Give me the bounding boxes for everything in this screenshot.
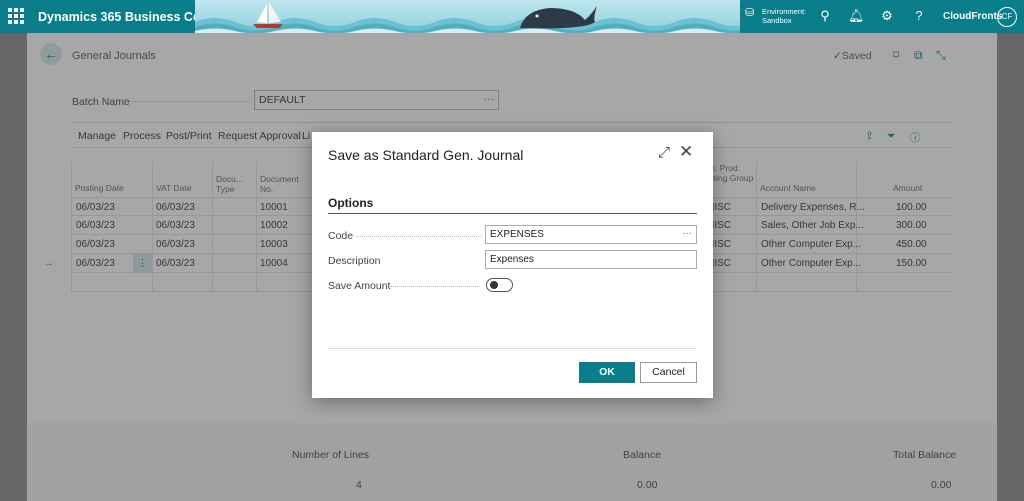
dialog-divider (328, 348, 697, 349)
description-input[interactable]: Expenses (485, 250, 697, 269)
bell-icon[interactable]: 🔔︎ (848, 8, 865, 24)
app-launcher-icon[interactable] (8, 8, 24, 24)
save-standard-journal-dialog: Save as Standard Gen. Journal ⤢ ✕ Option… (312, 132, 713, 398)
company-name[interactable]: CloudFronts (943, 11, 1002, 22)
top-bar: Dynamics 365 Business Central ⛁ Environm… (0, 0, 1024, 33)
close-icon[interactable]: ✕ (679, 142, 693, 162)
environment-indicator[interactable]: ⛁ Environment: Sandbox (745, 5, 815, 29)
cancel-button[interactable]: Cancel (640, 362, 697, 383)
description-label: Description (328, 255, 381, 267)
field-leader (390, 286, 480, 287)
avatar[interactable]: CF (997, 7, 1017, 27)
toggle-knob (490, 281, 498, 289)
dialog-title: Save as Standard Gen. Journal (328, 147, 524, 163)
help-icon[interactable]: ? (911, 8, 927, 24)
expand-icon[interactable]: ⤢ (658, 144, 670, 161)
lookup-icon[interactable]: ··· (682, 228, 692, 239)
ok-button[interactable]: OK (579, 362, 635, 383)
code-value: EXPENSES (490, 229, 544, 240)
save-amount-label: Save Amount (328, 280, 391, 292)
gear-icon[interactable]: ⚙ (879, 8, 895, 24)
field-leader (356, 236, 481, 237)
environment-value: Sandbox (762, 16, 792, 25)
sandbox-banner (195, 0, 740, 33)
code-input[interactable]: EXPENSES ··· (485, 225, 697, 244)
environment-label: Environment: (762, 7, 807, 16)
save-amount-toggle[interactable] (486, 278, 513, 292)
description-value: Expenses (490, 254, 534, 265)
options-section-header[interactable]: Options (328, 196, 373, 210)
environment-icon: ⛁ (745, 7, 755, 19)
search-icon[interactable]: ⚲ (817, 8, 833, 24)
section-divider (328, 213, 697, 214)
code-label: Code (328, 230, 354, 242)
